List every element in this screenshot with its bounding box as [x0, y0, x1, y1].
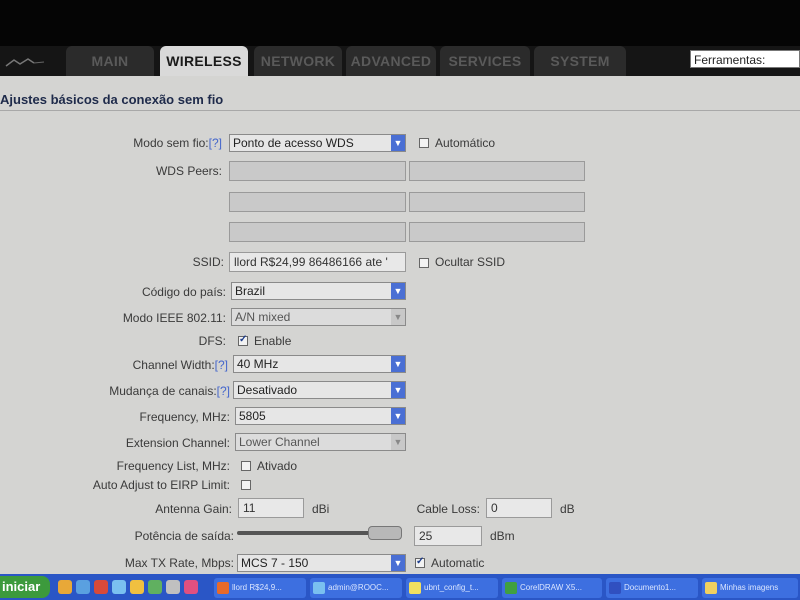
channel-shifting-help-link[interactable]: [?] [217, 384, 230, 398]
max-tx-rate-label: Max TX Rate, Mbps: [124, 556, 234, 570]
dfs-enable-checkbox[interactable] [238, 334, 248, 346]
document-icon [609, 582, 621, 594]
output-power-unit: dBm [490, 529, 515, 543]
wireless-mode-help-link[interactable]: [?] [209, 136, 222, 150]
extension-channel-select[interactable]: Lower Channel ▼ [235, 433, 406, 451]
frequency-list-label: Frequency List, MHz: [116, 459, 230, 473]
country-code-label: Código do país: [141, 285, 226, 299]
taskbar-item-browser[interactable]: llord R$24,9... [214, 578, 306, 598]
chat-icon [313, 582, 325, 594]
quicklaunch-icon[interactable] [58, 580, 72, 594]
tools-select[interactable]: Ferramentas: [690, 50, 800, 68]
antenna-gain-unit: dBi [312, 502, 330, 516]
wds-peer-input-2[interactable] [409, 161, 585, 181]
channel-width-help-link[interactable]: [?] [215, 358, 228, 372]
chevron-down-icon: ▼ [391, 382, 405, 398]
tab-wireless[interactable]: WIRELESS [160, 46, 248, 78]
quicklaunch-icon[interactable] [184, 580, 198, 594]
chevron-down-icon: ▼ [391, 283, 405, 299]
tab-system[interactable]: SYSTEM [534, 46, 626, 76]
wireless-mode-select[interactable]: Ponto de acesso WDS ▼ [229, 134, 406, 152]
hide-ssid-label: Ocultar SSID [435, 255, 506, 269]
coreldraw-icon [505, 582, 517, 594]
chevron-down-icon: ▼ [391, 408, 405, 424]
browser-icon [217, 582, 229, 594]
quicklaunch-icon[interactable] [130, 580, 144, 594]
chevron-down-icon: ▼ [391, 309, 405, 325]
taskbar-item-config[interactable]: ubnt_config_t... [406, 578, 498, 598]
quicklaunch-icon[interactable] [148, 580, 162, 594]
folder-icon [705, 582, 717, 594]
quicklaunch-icon[interactable] [94, 580, 108, 594]
output-power-label: Potência de saída: [134, 529, 234, 543]
eirp-limit-label: Auto Adjust to EIRP Limit: [92, 478, 230, 492]
monitor-top-bezel [0, 0, 800, 46]
output-power-slider-track[interactable] [237, 531, 382, 535]
folder-icon [409, 582, 421, 594]
channel-width-label: Channel Width:[?] [132, 358, 228, 372]
tab-advanced[interactable]: ADVANCED [346, 46, 436, 76]
channel-shifting-label: Mudança de canais:[?] [109, 384, 230, 398]
cable-loss-unit: dB [560, 502, 575, 516]
ieee-mode-label: Modo IEEE 802.11: [122, 311, 226, 325]
output-power-slider-handle[interactable] [368, 526, 402, 540]
dfs-label: DFS: [198, 334, 226, 348]
taskbar-item-chat[interactable]: admin@ROOC... [310, 578, 402, 598]
dfs-enable-label: Enable [254, 334, 292, 348]
chevron-down-icon: ▼ [391, 135, 405, 151]
wds-peer-input-4[interactable] [409, 192, 585, 212]
wireless-mode-label: Modo sem fio:[?] [133, 136, 222, 150]
wds-peer-input-1[interactable] [229, 161, 406, 181]
chevron-down-icon: ▼ [391, 434, 405, 450]
quicklaunch-icon[interactable] [166, 580, 180, 594]
ubnt-logo-icon [5, 58, 45, 67]
taskbar-item-images[interactable]: Minhas imagens [702, 578, 798, 598]
wds-peer-input-6[interactable] [409, 222, 585, 242]
quicklaunch-icon[interactable] [76, 580, 90, 594]
tab-main[interactable]: MAIN [66, 46, 154, 76]
tx-automatic-checkbox[interactable] [415, 556, 425, 568]
frequency-label: Frequency, MHz: [139, 410, 230, 424]
tab-network[interactable]: NETWORK [254, 46, 342, 76]
channel-width-select[interactable]: 40 MHz ▼ [233, 355, 406, 373]
wds-peers-label: WDS Peers: [155, 164, 222, 178]
antenna-gain-input[interactable]: 11 [238, 498, 304, 518]
taskbar-item-document[interactable]: Documento1... [606, 578, 698, 598]
output-power-input[interactable]: 25 [414, 526, 482, 546]
ssid-label: SSID: [192, 255, 224, 269]
ieee-mode-select[interactable]: A/N mixed ▼ [231, 308, 406, 326]
automatic-label: Automático [435, 136, 496, 150]
title-divider [0, 110, 800, 111]
start-button[interactable]: iniciar [0, 576, 50, 598]
quicklaunch-icon[interactable] [112, 580, 126, 594]
channel-shifting-select[interactable]: Desativado ▼ [233, 381, 406, 399]
cable-loss-input[interactable]: 0 [486, 498, 552, 518]
taskbar-item-coreldraw[interactable]: CorelDRAW X5... [502, 578, 602, 598]
country-code-select[interactable]: Brazil ▼ [231, 282, 406, 300]
frequency-list-checkbox[interactable] [241, 461, 251, 471]
ssid-input[interactable]: llord R$24,99 86486166 ate ' [229, 252, 406, 272]
chevron-down-icon: ▼ [391, 356, 405, 372]
max-tx-rate-select[interactable]: MCS 7 - 150 ▼ [237, 554, 406, 572]
cable-loss-label: Cable Loss: [416, 502, 480, 516]
page-title: Ajustes básicos da conexão sem fio [0, 92, 224, 107]
chevron-down-icon: ▼ [391, 555, 405, 571]
frequency-list-option-label: Ativado [257, 459, 298, 473]
wds-peer-input-5[interactable] [229, 222, 406, 242]
eirp-limit-checkbox[interactable] [241, 480, 251, 490]
automatic-checkbox[interactable] [419, 138, 429, 148]
frequency-select[interactable]: 5805 ▼ [235, 407, 406, 425]
extension-channel-label: Extension Channel: [125, 436, 230, 450]
tab-services[interactable]: SERVICES [440, 46, 530, 76]
wds-peer-input-3[interactable] [229, 192, 406, 212]
antenna-gain-label: Antenna Gain: [155, 502, 232, 516]
hide-ssid-checkbox[interactable] [419, 258, 429, 268]
tx-automatic-label: Automatic [431, 556, 485, 570]
